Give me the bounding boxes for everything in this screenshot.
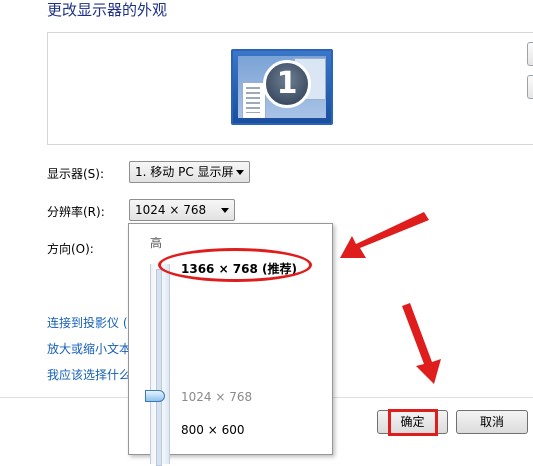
monitor-screen: 1 <box>238 56 326 118</box>
chevron-down-icon <box>236 170 244 175</box>
resolution-label: 分辨率(R): <box>47 205 105 219</box>
monitor-icon[interactable]: 1 <box>231 49 333 125</box>
display-select-value: 1. 移动 PC 显示屏 <box>135 165 234 179</box>
page-title: 更改显示器的外观 <box>47 1 168 19</box>
annotation-box <box>388 409 438 436</box>
resolution-select[interactable]: 1024 × 768 <box>129 199 235 221</box>
link-text-size[interactable]: 放大或缩小文本 <box>47 340 131 357</box>
identify-button[interactable] <box>527 75 533 99</box>
annotation-ellipse <box>158 248 312 282</box>
display-label: 显示器(S): <box>47 167 105 181</box>
orientation-label: 方向(O): <box>47 242 94 256</box>
resolution-option-current[interactable]: 1024 × 768 <box>181 390 252 404</box>
cancel-button[interactable]: 取消 <box>456 410 528 434</box>
annotation-arrow-icon <box>340 212 429 258</box>
resolution-slider-groove <box>156 269 162 466</box>
link-which-settings[interactable]: 我应该选择什么 <box>47 366 131 383</box>
annotation-arrow-icon <box>402 303 441 384</box>
link-connect-projector[interactable]: 连接到投影仪 ( <box>47 314 128 331</box>
detect-button[interactable] <box>527 42 533 66</box>
high-label: 高 <box>150 236 163 250</box>
chevron-down-icon <box>221 208 229 213</box>
monitor-number-badge: 1 <box>263 60 311 108</box>
resolution-select-value: 1024 × 768 <box>135 203 207 217</box>
display-select[interactable]: 1. 移动 PC 显示屏 <box>129 161 250 183</box>
resolution-option[interactable]: 800 × 600 <box>181 423 245 437</box>
resolution-slider-thumb[interactable] <box>145 390 165 402</box>
